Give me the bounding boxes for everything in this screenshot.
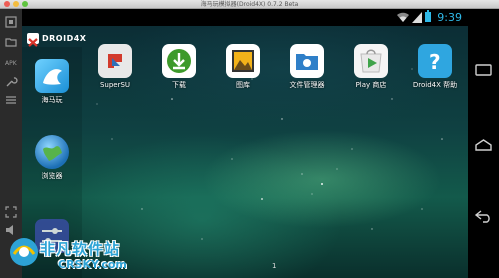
app-file-manager[interactable]: 文件管理器 <box>278 44 336 96</box>
drawer-item-label: 浏览器 <box>41 172 63 180</box>
folder-icon[interactable] <box>4 35 18 49</box>
droid4x-logo-text: DROID4X <box>42 33 87 43</box>
android-status-bar: 9:39 <box>22 9 468 26</box>
svg-text:?: ? <box>429 50 441 74</box>
apk-install-icon[interactable]: APK <box>4 55 18 69</box>
watermark-en-text: CRSKY.com <box>58 258 127 271</box>
app-download[interactable]: 下载 <box>150 44 208 96</box>
supersu-icon <box>98 44 132 78</box>
status-clock: 9:39 <box>437 11 462 24</box>
recent-apps-icon[interactable] <box>475 64 492 76</box>
haimawan-icon <box>35 59 69 93</box>
browser-globe-icon <box>35 135 69 169</box>
app-gallery[interactable]: 图库 <box>214 44 272 96</box>
help-icon: ? <box>418 44 452 78</box>
app-droid4x-help[interactable]: ? Droid4X 帮助 <box>406 44 464 96</box>
app-label: Play 商店 <box>355 81 387 89</box>
wrench-settings-icon[interactable] <box>4 75 18 89</box>
svg-text:APK: APK <box>5 60 18 67</box>
wifi-icon <box>397 12 409 22</box>
app-label: Droid4X 帮助 <box>412 81 458 89</box>
app-play-store[interactable]: Play 商店 <box>342 44 400 96</box>
watermark-cn-text: 非凡软件站 <box>40 240 121 258</box>
android-nav-bar <box>468 9 499 278</box>
home-screen-icon[interactable] <box>4 15 18 29</box>
app-label: 文件管理器 <box>289 81 325 89</box>
app-label: 下载 <box>172 81 186 89</box>
signal-icon <box>412 12 422 23</box>
window-title: 海马玩模拟器(Droid4X) 0.7.2 Beta <box>200 1 299 8</box>
drawer-item-haimawan[interactable]: 海马玩 <box>23 59 81 111</box>
droid4x-logo: DROID4X <box>27 32 87 47</box>
crsky-watermark: 非凡软件站 CRSKY.com <box>0 228 150 278</box>
gallery-icon <box>226 44 260 78</box>
file-manager-icon <box>290 44 324 78</box>
play-store-icon <box>354 44 388 78</box>
app-supersu[interactable]: SuperSU <box>86 44 144 96</box>
crsky-logo-icon <box>10 238 38 266</box>
droid4x-logo-icon <box>27 32 39 47</box>
window-titlebar: 海马玩模拟器(Droid4X) 0.7.2 Beta <box>0 0 499 9</box>
fullscreen-icon[interactable] <box>4 205 18 219</box>
menu-icon[interactable] <box>4 93 18 107</box>
drawer-item-label: 海马玩 <box>41 96 63 104</box>
app-label: 图库 <box>236 81 250 89</box>
back-icon[interactable] <box>474 209 493 223</box>
drawer-item-browser[interactable]: 浏览器 <box>23 135 81 187</box>
download-icon <box>162 44 196 78</box>
home-icon[interactable] <box>474 139 493 151</box>
page-indicator: 1 <box>272 262 277 270</box>
battery-icon <box>425 10 431 22</box>
app-label: SuperSU <box>99 81 131 89</box>
